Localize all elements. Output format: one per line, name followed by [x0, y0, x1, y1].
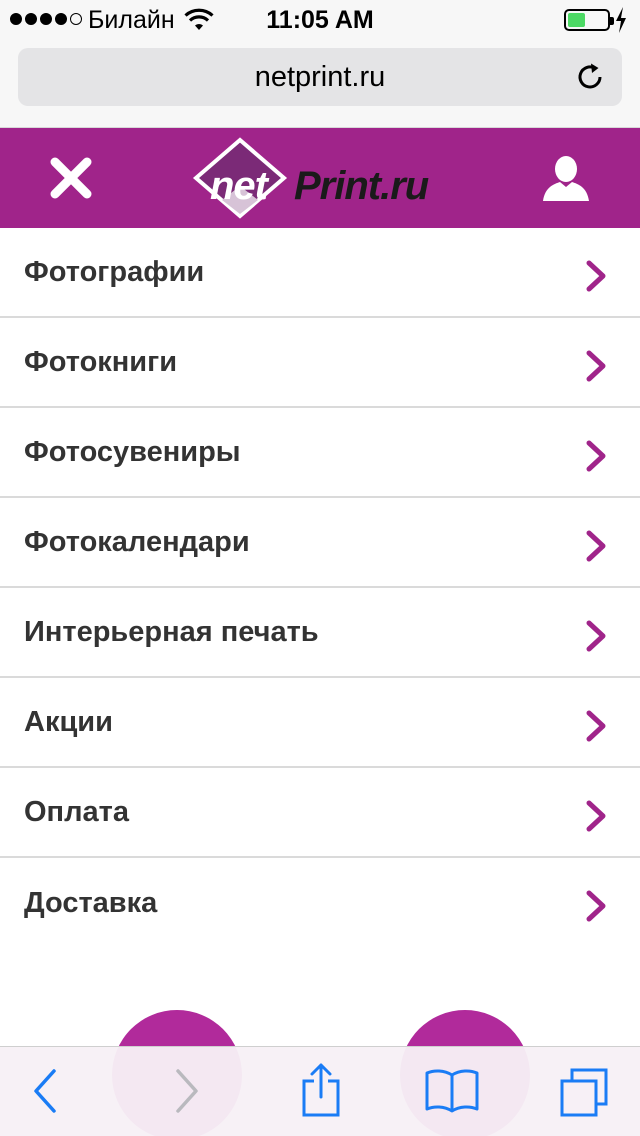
logo-print-text: Print.ru [294, 164, 429, 208]
menu-item-label: Оплата [24, 795, 129, 828]
back-icon[interactable] [30, 1067, 60, 1120]
menu-item-photobooks[interactable]: Фотокниги [0, 318, 640, 408]
menu-item-interior-print[interactable]: Интерьерная печать [0, 588, 640, 678]
chevron-right-icon [584, 800, 608, 837]
battery-fill [568, 13, 586, 27]
menu-item-label: Доставка [24, 886, 158, 919]
main-menu: Фотографии Фотокниги Фотосувениры Фотока… [0, 228, 640, 948]
menu-item-photosouvenirs[interactable]: Фотосувениры [0, 408, 640, 498]
bookmarks-icon[interactable] [424, 1067, 480, 1120]
browser-top-bar: Билайн 11:05 AM netprint.ru [0, 0, 640, 128]
logo-net-text: net [210, 164, 268, 208]
chevron-right-icon [584, 620, 608, 657]
menu-item-payment[interactable]: Оплата [0, 768, 640, 858]
wifi-icon [184, 8, 214, 37]
menu-item-delivery[interactable]: Доставка [0, 858, 640, 948]
menu-item-label: Фотографии [24, 255, 205, 288]
close-icon[interactable] [46, 153, 96, 203]
chevron-right-icon [584, 710, 608, 747]
reload-icon[interactable] [576, 62, 606, 97]
forward-icon[interactable] [172, 1067, 202, 1120]
menu-item-label: Фотокалендари [24, 525, 250, 558]
menu-item-photos[interactable]: Фотографии [0, 228, 640, 318]
menu-item-label: Фотосувениры [24, 435, 241, 468]
chevron-right-icon [584, 350, 608, 387]
address-bar[interactable]: netprint.ru [18, 48, 622, 106]
share-icon[interactable] [300, 1061, 342, 1122]
chevron-right-icon [584, 260, 608, 297]
tabs-icon[interactable] [558, 1067, 610, 1124]
menu-item-promotions[interactable]: Акции [0, 678, 640, 768]
chevron-right-icon [584, 440, 608, 477]
carrier-name: Билайн [88, 6, 175, 34]
chevron-right-icon [584, 530, 608, 567]
menu-item-label: Акции [24, 705, 113, 738]
site-header: net Print.ru [0, 128, 640, 228]
charging-icon [614, 6, 628, 39]
battery-icon [564, 9, 614, 31]
site-logo[interactable]: net Print.ru [192, 134, 442, 222]
menu-item-photocalendars[interactable]: Фотокалендари [0, 498, 640, 588]
url-text[interactable]: netprint.ru [18, 61, 622, 94]
chevron-right-icon [584, 890, 608, 927]
menu-item-label: Фотокниги [24, 345, 178, 378]
user-icon[interactable] [540, 153, 592, 203]
menu-item-label: Интерьерная печать [24, 615, 319, 648]
status-bar: Билайн 11:05 AM [0, 0, 640, 40]
signal-strength-icon [10, 13, 82, 25]
browser-toolbar [0, 1046, 640, 1136]
